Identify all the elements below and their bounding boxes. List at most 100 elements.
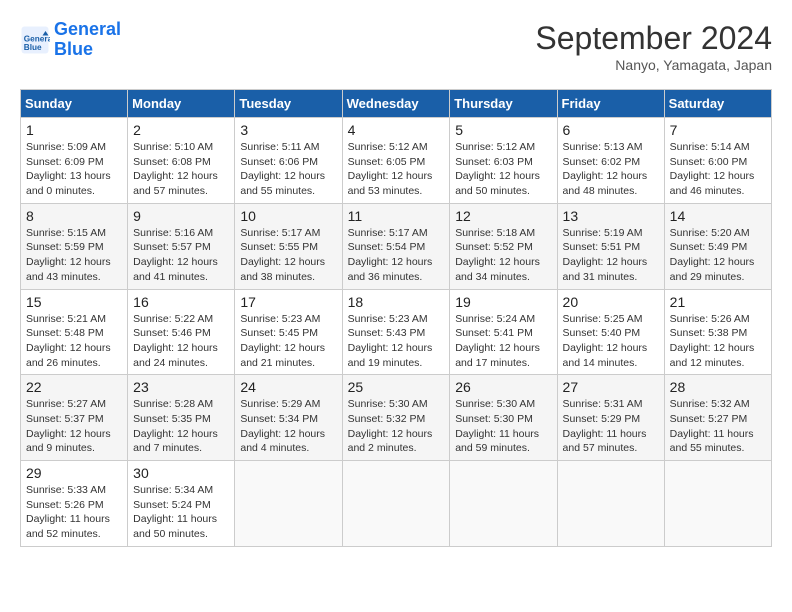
day-number: 29	[26, 465, 122, 481]
day-info: Sunrise: 5:32 AM Sunset: 5:27 PM Dayligh…	[670, 397, 766, 456]
calendar-day-cell: 29Sunrise: 5:33 AM Sunset: 5:26 PM Dayli…	[21, 461, 128, 547]
day-info: Sunrise: 5:25 AM Sunset: 5:40 PM Dayligh…	[563, 312, 659, 371]
day-number: 6	[563, 122, 659, 138]
day-number: 2	[133, 122, 229, 138]
calendar-day-cell: 12 Sunrise: 5:18 AM Sunset: 5:52 PM Dayli…	[450, 203, 557, 289]
logo-icon: General Blue	[20, 25, 50, 55]
day-number: 18	[348, 294, 445, 310]
calendar-day-cell	[664, 461, 771, 547]
day-info: Sunrise: 5:21 AM Sunset: 5:48 PM Dayligh…	[26, 312, 122, 371]
day-number: 22	[26, 379, 122, 395]
calendar-day-cell: 15 Sunrise: 5:21 AM Sunset: 5:48 PM Dayli…	[21, 289, 128, 375]
day-number: 3	[240, 122, 336, 138]
calendar-day-cell: 3 Sunrise: 5:11 AM Sunset: 6:06 PM Daylig…	[235, 118, 342, 204]
day-info: Sunrise: 5:19 AM Sunset: 5:51 PM Dayligh…	[563, 226, 659, 285]
calendar-day-cell: 24 Sunrise: 5:29 AM Sunset: 5:34 PM Dayli…	[235, 375, 342, 461]
day-number: 4	[348, 122, 445, 138]
day-number: 27	[563, 379, 659, 395]
day-info: Sunrise: 5:16 AM Sunset: 5:57 PM Dayligh…	[133, 226, 229, 285]
day-info: Sunrise: 5:31 AM Sunset: 5:29 PM Dayligh…	[563, 397, 659, 456]
day-info: Sunrise: 5:13 AM Sunset: 6:02 PM Dayligh…	[563, 140, 659, 199]
day-number: 15	[26, 294, 122, 310]
calendar-week-row: 8 Sunrise: 5:15 AM Sunset: 5:59 PM Daylig…	[21, 203, 772, 289]
day-info: Sunrise: 5:30 AM Sunset: 5:30 PM Dayligh…	[455, 397, 551, 456]
calendar-day-cell: 8 Sunrise: 5:15 AM Sunset: 5:59 PM Daylig…	[21, 203, 128, 289]
calendar-day-cell: 16 Sunrise: 5:22 AM Sunset: 5:46 PM Dayli…	[128, 289, 235, 375]
day-number: 30	[133, 465, 229, 481]
day-number: 9	[133, 208, 229, 224]
calendar-day-cell: 25Sunrise: 5:30 AM Sunset: 5:32 PM Dayli…	[342, 375, 450, 461]
day-info: Sunrise: 5:27 AM Sunset: 5:37 PM Dayligh…	[26, 397, 122, 456]
day-info: Sunrise: 5:12 AM Sunset: 6:03 PM Dayligh…	[455, 140, 551, 199]
calendar-day-cell: 17Sunrise: 5:23 AM Sunset: 5:45 PM Dayli…	[235, 289, 342, 375]
day-info: Sunrise: 5:14 AM Sunset: 6:00 PM Dayligh…	[670, 140, 766, 199]
day-number: 20	[563, 294, 659, 310]
logo: General Blue GeneralBlue	[20, 20, 121, 60]
day-info: Sunrise: 5:17 AM Sunset: 5:54 PM Dayligh…	[348, 226, 445, 285]
day-number: 5	[455, 122, 551, 138]
calendar-week-row: 1 Sunrise: 5:09 AM Sunset: 6:09 PM Daylig…	[21, 118, 772, 204]
day-number: 13	[563, 208, 659, 224]
calendar-day-cell: 1 Sunrise: 5:09 AM Sunset: 6:09 PM Daylig…	[21, 118, 128, 204]
day-number: 19	[455, 294, 551, 310]
day-info: Sunrise: 5:28 AM Sunset: 5:35 PM Dayligh…	[133, 397, 229, 456]
day-info: Sunrise: 5:18 AM Sunset: 5:52 PM Dayligh…	[455, 226, 551, 285]
calendar-day-cell: 9 Sunrise: 5:16 AM Sunset: 5:57 PM Daylig…	[128, 203, 235, 289]
header-sunday: Sunday	[21, 90, 128, 118]
day-info: Sunrise: 5:26 AM Sunset: 5:38 PM Dayligh…	[670, 312, 766, 371]
calendar-day-cell: 30Sunrise: 5:34 AM Sunset: 5:24 PM Dayli…	[128, 461, 235, 547]
calendar-week-row: 22 Sunrise: 5:27 AM Sunset: 5:37 PM Dayli…	[21, 375, 772, 461]
day-info: Sunrise: 5:22 AM Sunset: 5:46 PM Dayligh…	[133, 312, 229, 371]
calendar-week-row: 29Sunrise: 5:33 AM Sunset: 5:26 PM Dayli…	[21, 461, 772, 547]
page-header: General Blue GeneralBlue September 2024 …	[20, 20, 772, 73]
day-number: 16	[133, 294, 229, 310]
day-number: 11	[348, 208, 445, 224]
calendar-day-cell: 23Sunrise: 5:28 AM Sunset: 5:35 PM Dayli…	[128, 375, 235, 461]
day-number: 21	[670, 294, 766, 310]
calendar-header-row: SundayMondayTuesdayWednesdayThursdayFrid…	[21, 90, 772, 118]
day-number: 1	[26, 122, 122, 138]
calendar-day-cell: 19 Sunrise: 5:24 AM Sunset: 5:41 PM Dayli…	[450, 289, 557, 375]
calendar-day-cell: 27 Sunrise: 5:31 AM Sunset: 5:29 PM Dayli…	[557, 375, 664, 461]
day-info: Sunrise: 5:17 AM Sunset: 5:55 PM Dayligh…	[240, 226, 336, 285]
day-info: Sunrise: 5:20 AM Sunset: 5:49 PM Dayligh…	[670, 226, 766, 285]
day-number: 26	[455, 379, 551, 395]
header-thursday: Thursday	[450, 90, 557, 118]
day-info: Sunrise: 5:15 AM Sunset: 5:59 PM Dayligh…	[26, 226, 122, 285]
day-info: Sunrise: 5:12 AM Sunset: 6:05 PM Dayligh…	[348, 140, 445, 199]
day-number: 14	[670, 208, 766, 224]
day-info: Sunrise: 5:24 AM Sunset: 5:41 PM Dayligh…	[455, 312, 551, 371]
calendar-day-cell: 28 Sunrise: 5:32 AM Sunset: 5:27 PM Dayli…	[664, 375, 771, 461]
calendar-day-cell: 13 Sunrise: 5:19 AM Sunset: 5:51 PM Dayli…	[557, 203, 664, 289]
day-number: 24	[240, 379, 336, 395]
calendar-table: SundayMondayTuesdayWednesdayThursdayFrid…	[20, 89, 772, 547]
calendar-day-cell: 22 Sunrise: 5:27 AM Sunset: 5:37 PM Dayli…	[21, 375, 128, 461]
calendar-day-cell: 6 Sunrise: 5:13 AM Sunset: 6:02 PM Daylig…	[557, 118, 664, 204]
calendar-day-cell: 7Sunrise: 5:14 AM Sunset: 6:00 PM Daylig…	[664, 118, 771, 204]
header-monday: Monday	[128, 90, 235, 118]
calendar-day-cell: 18 Sunrise: 5:23 AM Sunset: 5:43 PM Dayli…	[342, 289, 450, 375]
calendar-day-cell	[235, 461, 342, 547]
day-info: Sunrise: 5:29 AM Sunset: 5:34 PM Dayligh…	[240, 397, 336, 456]
day-number: 8	[26, 208, 122, 224]
header-friday: Friday	[557, 90, 664, 118]
calendar-day-cell: 2 Sunrise: 5:10 AM Sunset: 6:08 PM Daylig…	[128, 118, 235, 204]
header-saturday: Saturday	[664, 90, 771, 118]
day-info: Sunrise: 5:10 AM Sunset: 6:08 PM Dayligh…	[133, 140, 229, 199]
day-info: Sunrise: 5:23 AM Sunset: 5:43 PM Dayligh…	[348, 312, 445, 371]
svg-text:Blue: Blue	[24, 43, 42, 52]
calendar-day-cell	[342, 461, 450, 547]
day-info: Sunrise: 5:23 AM Sunset: 5:45 PM Dayligh…	[240, 312, 336, 371]
logo-text: GeneralBlue	[54, 20, 121, 60]
day-number: 12	[455, 208, 551, 224]
day-number: 10	[240, 208, 336, 224]
calendar-day-cell: 14 Sunrise: 5:20 AM Sunset: 5:49 PM Dayli…	[664, 203, 771, 289]
day-info: Sunrise: 5:09 AM Sunset: 6:09 PM Dayligh…	[26, 140, 122, 199]
title-block: September 2024 Nanyo, Yamagata, Japan	[535, 20, 772, 73]
day-info: Sunrise: 5:11 AM Sunset: 6:06 PM Dayligh…	[240, 140, 336, 199]
header-tuesday: Tuesday	[235, 90, 342, 118]
day-number: 25	[348, 379, 445, 395]
location: Nanyo, Yamagata, Japan	[535, 57, 772, 73]
day-number: 28	[670, 379, 766, 395]
calendar-day-cell: 21 Sunrise: 5:26 AM Sunset: 5:38 PM Dayli…	[664, 289, 771, 375]
